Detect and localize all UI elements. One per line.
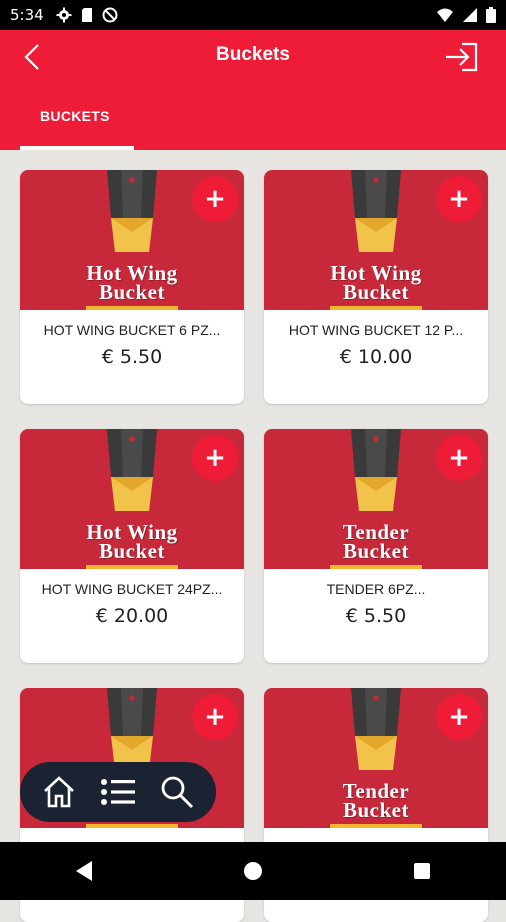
bucket-box-illustration: [351, 170, 401, 252]
home-button[interactable]: [39, 772, 79, 812]
product-brand-text: Tender Bucket: [264, 781, 488, 822]
brand-line-2: Bucket: [343, 798, 409, 822]
product-card[interactable]: Hot Wing Bucket + HOT WING BUCKET 6 PZ... € …: [20, 170, 244, 404]
system-recents-button[interactable]: [400, 849, 444, 893]
recents-square-icon: [413, 863, 430, 879]
app-bar: Buckets BUCKETS: [0, 30, 506, 150]
system-home-button[interactable]: [231, 849, 275, 893]
bucket-box-illustration: [351, 429, 401, 511]
back-triangle-icon: [76, 861, 93, 881]
home-circle-icon: [243, 862, 262, 880]
list-icon: [100, 779, 135, 805]
product-card[interactable]: Tender Bucket + TENDER 6PZ... € 5.50: [264, 429, 488, 663]
home-icon: [44, 776, 75, 808]
bucket-box-illustration: [107, 429, 157, 511]
bucket-box-illustration: [107, 688, 157, 770]
search-icon: [161, 776, 193, 809]
product-price: € 10.00: [339, 346, 413, 368]
image-accent-strip: [86, 306, 178, 310]
tab-active-indicator: [20, 146, 134, 150]
product-brand-text: Hot Wing Bucket: [264, 263, 488, 304]
do-not-disturb-icon: [102, 7, 118, 23]
logout-icon[interactable]: [444, 42, 478, 72]
signal-icon: [463, 8, 477, 22]
product-price: € 20.00: [95, 605, 169, 627]
product-card[interactable]: Hot Wing Bucket + HOT WING BUCKET 24PZ... € …: [20, 429, 244, 663]
image-accent-strip: [330, 824, 422, 828]
product-price: € 5.50: [345, 605, 407, 627]
add-to-cart-button[interactable]: +: [436, 435, 482, 481]
image-accent-strip: [86, 824, 178, 828]
list-button[interactable]: [98, 772, 138, 812]
bucket-box-illustration: [107, 170, 157, 252]
tab-buckets[interactable]: BUCKETS: [20, 100, 134, 150]
settings-gear-icon: [56, 7, 72, 23]
image-accent-strip: [330, 565, 422, 569]
product-brand-text: Tender Bucket: [264, 522, 488, 563]
product-name: HOT WING BUCKET 24PZ...: [41, 581, 223, 597]
image-accent-strip: [330, 306, 422, 310]
product-name: HOT WING BUCKET 6 PZ...: [43, 322, 221, 338]
system-nav-bar: [0, 842, 506, 900]
status-bar: 5:34: [0, 0, 506, 30]
brand-line-2: Bucket: [99, 539, 165, 563]
bottom-nav-bar: [20, 762, 216, 822]
battery-icon: [486, 7, 496, 23]
add-to-cart-button[interactable]: +: [436, 176, 482, 222]
brand-line-2: Bucket: [343, 539, 409, 563]
brand-line-2: Bucket: [343, 280, 409, 304]
wifi-icon: [437, 8, 453, 22]
product-name: HOT WING BUCKET 12 P...: [288, 322, 464, 338]
status-time: 5:34: [10, 6, 44, 24]
sd-card-icon: [81, 8, 92, 22]
add-to-cart-button[interactable]: +: [192, 694, 238, 740]
brand-line-2: Bucket: [99, 280, 165, 304]
product-brand-text: Hot Wing Bucket: [20, 522, 244, 563]
product-price: € 5.50: [101, 346, 163, 368]
image-accent-strip: [86, 565, 178, 569]
tab-buckets-label: BUCKETS: [40, 108, 110, 124]
product-card[interactable]: Hot Wing Bucket + HOT WING BUCKET 12 P... € …: [264, 170, 488, 404]
add-to-cart-button[interactable]: +: [192, 176, 238, 222]
bucket-box-illustration: [351, 688, 401, 770]
search-button[interactable]: [157, 772, 197, 812]
system-back-button[interactable]: [62, 849, 106, 893]
add-to-cart-button[interactable]: +: [436, 694, 482, 740]
product-name: TENDER 6PZ...: [326, 581, 426, 597]
product-brand-text: Hot Wing Bucket: [20, 263, 244, 304]
add-to-cart-button[interactable]: +: [192, 435, 238, 481]
page-title: Buckets: [216, 44, 290, 65]
